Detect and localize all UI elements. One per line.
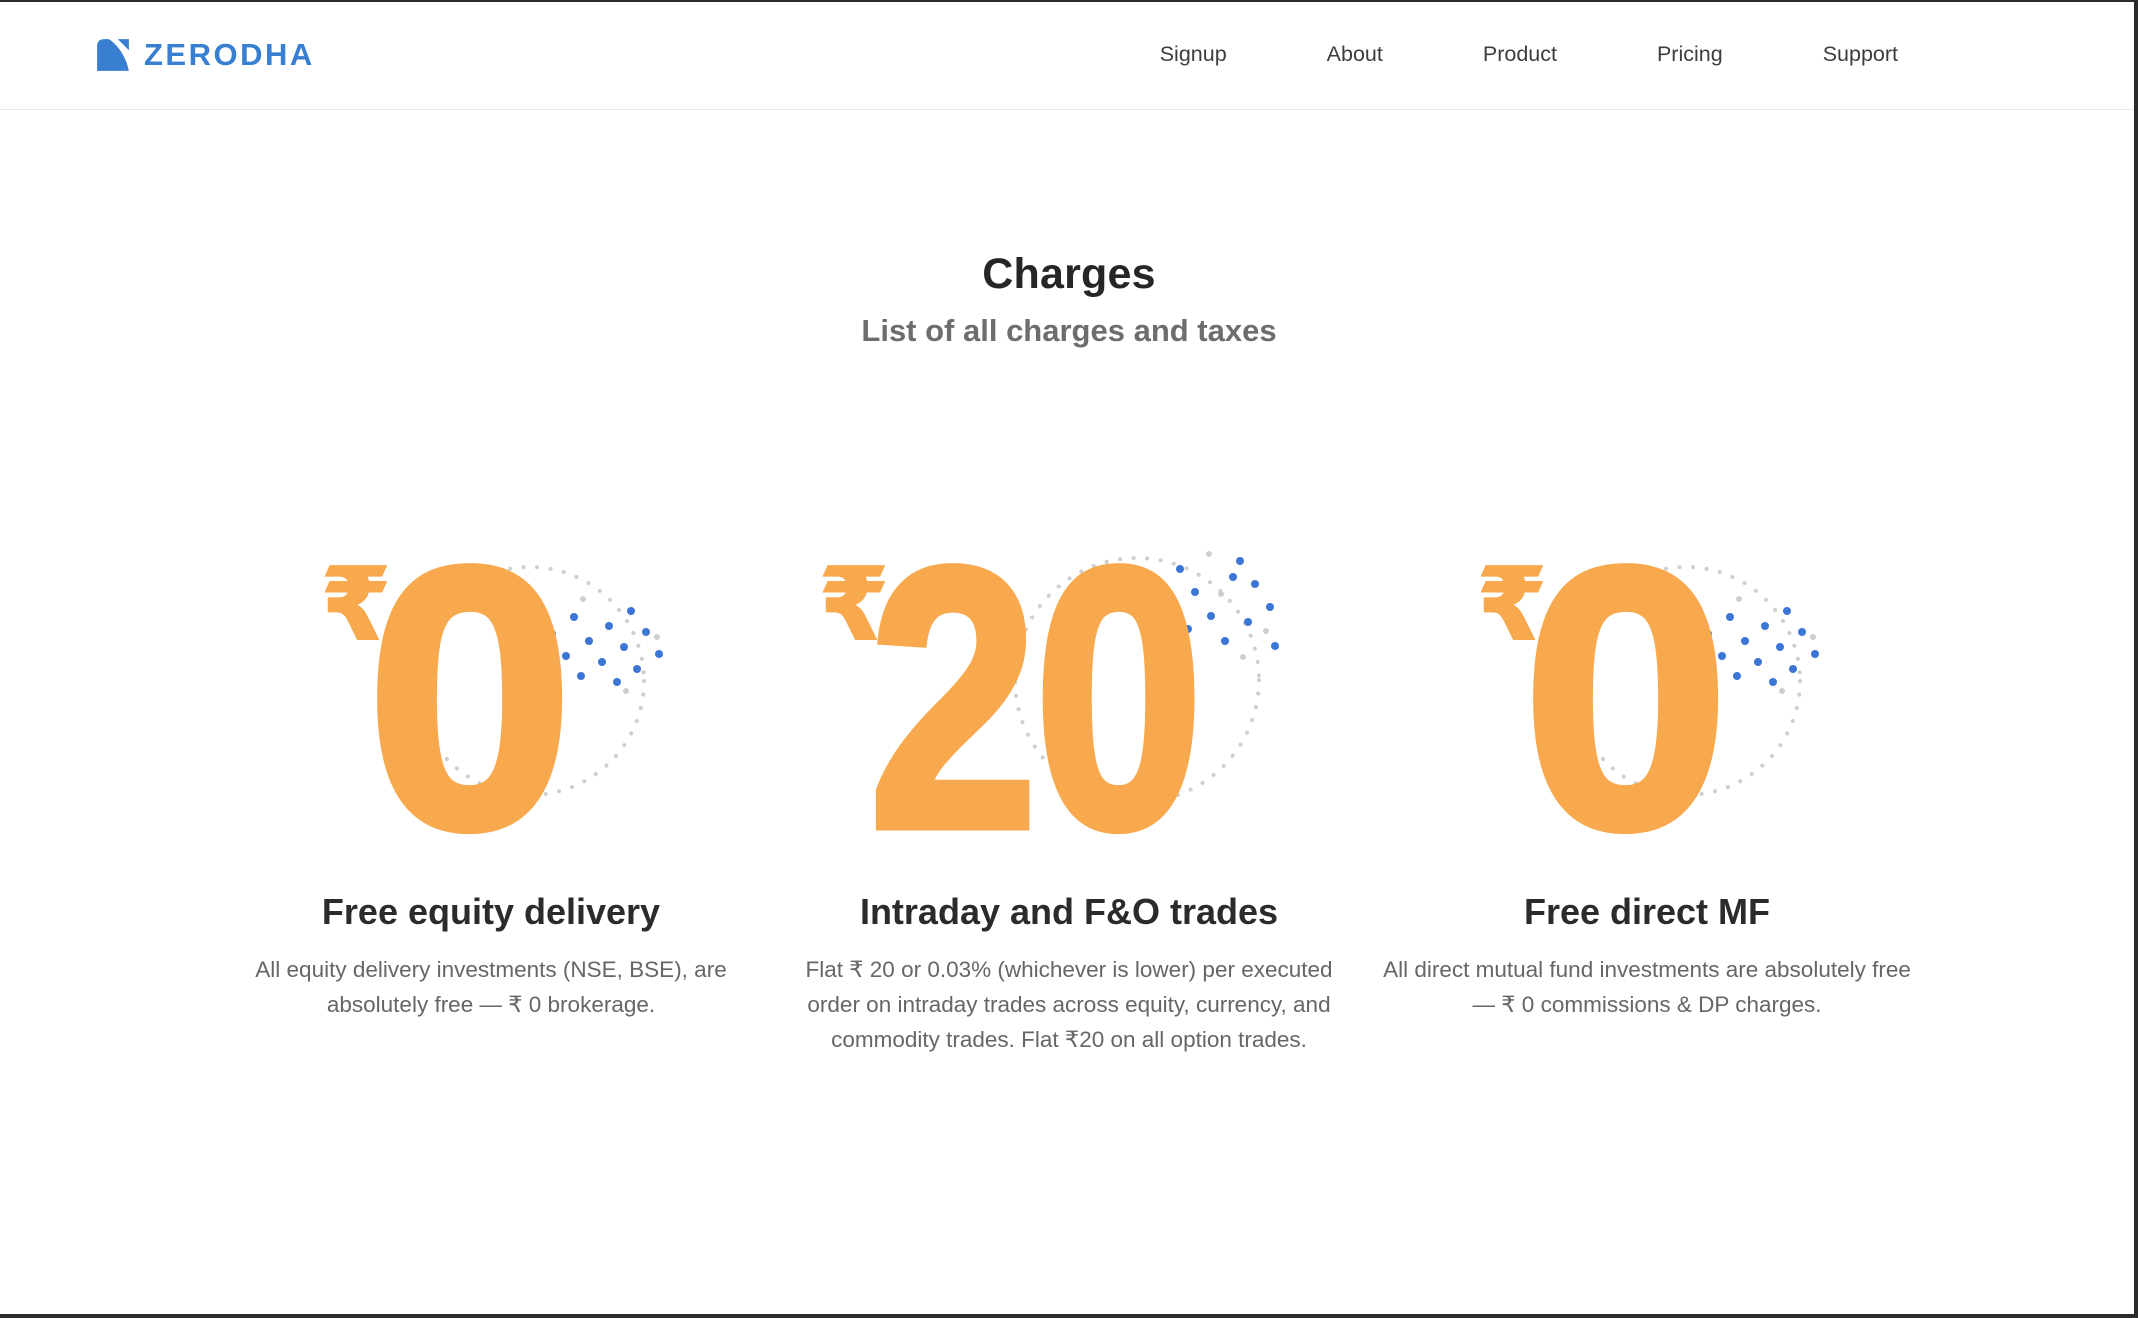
price-illustration: ₹ 0 <box>1477 539 1817 839</box>
card-description: All direct mutual fund investments are a… <box>1377 953 1917 1023</box>
price-amount: 0 <box>1523 514 1725 884</box>
nav-link-product[interactable]: Product <box>1483 42 1557 67</box>
zerodha-logo-icon <box>95 37 131 73</box>
price-illustration: ₹ 20 <box>819 539 1319 839</box>
nav-link-support[interactable]: Support <box>1823 42 1898 67</box>
nav-link-about[interactable]: About <box>1327 42 1383 67</box>
price-illustration: ₹ 0 <box>321 539 661 839</box>
price-amount: 20 <box>869 514 1200 884</box>
nav-links: Signup About Product Pricing Support <box>1160 42 1898 67</box>
page-title: Charges <box>0 250 2138 299</box>
charges-cards: ₹ 0 Free equity delivery All equity deli… <box>0 539 2138 1058</box>
charge-card-equity-delivery: ₹ 0 Free equity delivery All equity deli… <box>202 539 780 1058</box>
brand-wordmark: ZERODHA <box>144 37 315 73</box>
charge-card-intraday-fo: ₹ 20 Intraday and F&O trades Flat ₹ 20 o… <box>780 539 1358 1058</box>
charge-card-direct-mf: ₹ 0 Free direct MF All direct mutual fun… <box>1358 539 1936 1058</box>
top-nav: ZERODHA Signup About Product Pricing Sup… <box>0 0 2138 110</box>
card-description: Flat ₹ 20 or 0.03% (whichever is lower) … <box>799 953 1339 1058</box>
main-content: Charges List of all charges and taxes <box>0 110 2138 1058</box>
price-amount: 0 <box>367 514 569 884</box>
card-description: All equity delivery investments (NSE, BS… <box>221 953 761 1023</box>
brand-logo[interactable]: ZERODHA <box>95 37 315 73</box>
nav-link-signup[interactable]: Signup <box>1160 42 1227 67</box>
page-subtitle: List of all charges and taxes <box>0 313 2138 349</box>
nav-link-pricing[interactable]: Pricing <box>1657 42 1723 67</box>
